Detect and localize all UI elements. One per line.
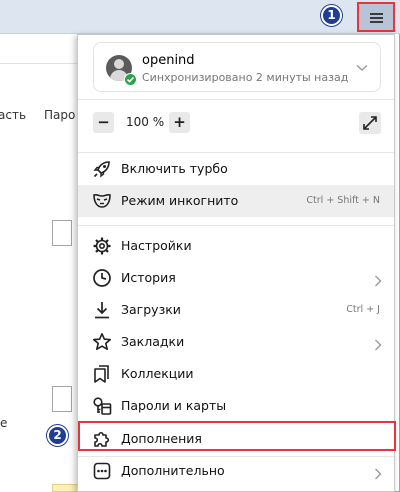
collections-icon — [92, 364, 112, 384]
menu-item-bookmarks[interactable]: Закладки — [78, 326, 394, 358]
menu-item-label: Закладки — [121, 334, 185, 349]
chevron-right-icon — [374, 336, 382, 355]
profile-name: openind — [142, 53, 195, 68]
key-card-icon — [92, 396, 112, 416]
background-input[interactable] — [52, 220, 72, 246]
zoom-level: 100 % — [126, 115, 165, 129]
background-input[interactable] — [52, 386, 72, 412]
divider — [78, 225, 394, 226]
sync-status: Синхронизировано 2 минуты назад — [142, 71, 349, 84]
browser-tabbar-fragment — [0, 34, 80, 64]
chevron-right-icon — [374, 272, 382, 291]
menu-item-label: Загрузки — [121, 302, 181, 317]
menu-item-label: Коллекции — [121, 366, 194, 381]
menu-item-extensions[interactable]: Дополнения — [78, 423, 394, 455]
step-marker-2: 2 — [47, 425, 68, 446]
menu-item-label: Настройки — [121, 238, 192, 253]
menu-item-turbo[interactable]: Включить турбо — [78, 153, 394, 185]
keyboard-shortcut: Ctrl + Shift + N — [306, 195, 380, 206]
menu-item-label: Дополнения — [121, 431, 202, 446]
incognito-mask-icon — [92, 191, 112, 211]
menu-item-collections[interactable]: Коллекции — [78, 358, 394, 390]
menu-item-label: История — [121, 270, 176, 285]
menu-item-passwords[interactable]: Пароли и карты — [78, 390, 394, 422]
background-tab-text: асть — [0, 108, 27, 122]
menu-item-label: Режим инкогнито — [121, 193, 239, 208]
sync-check-icon — [124, 73, 137, 86]
puzzle-icon — [92, 429, 112, 449]
download-icon — [92, 300, 112, 320]
menu-item-more[interactable]: Дополнительно — [78, 455, 394, 487]
fullscreen-button[interactable] — [359, 112, 381, 134]
menu-item-incognito[interactable]: Режим инкогнито Ctrl + Shift + N — [78, 185, 394, 217]
chevron-right-icon — [374, 465, 382, 484]
background-label: е — [0, 416, 8, 430]
more-dots-icon — [92, 461, 112, 481]
menu-item-label: Пароли и карты — [121, 398, 227, 413]
rocket-icon — [92, 159, 112, 179]
menu-item-downloads[interactable]: Загрузки Ctrl + J — [78, 294, 394, 326]
background-page: асть Паро е — [0, 64, 80, 492]
zoom-out-button[interactable]: − — [93, 112, 114, 133]
clock-icon — [92, 268, 112, 288]
menu-item-label: Дополнительно — [121, 463, 225, 478]
menu-item-history[interactable]: История — [78, 262, 394, 294]
background-yellow-element — [52, 484, 78, 492]
step-marker-1: 1 — [321, 5, 342, 26]
chevron-down-icon[interactable] — [356, 57, 368, 76]
browser-menu-button[interactable] — [357, 2, 395, 32]
background-tab-text: Паро — [44, 108, 76, 122]
divider — [78, 99, 394, 100]
profile-card[interactable]: openind Синхронизировано 2 минуты назад — [93, 42, 381, 92]
zoom-in-button[interactable]: + — [169, 112, 190, 133]
keyboard-shortcut: Ctrl + J — [346, 304, 380, 315]
menu-item-label: Включить турбо — [121, 161, 228, 176]
menu-item-settings[interactable]: Настройки — [78, 230, 394, 262]
browser-main-menu: openind Синхронизировано 2 минуты назад … — [77, 34, 395, 492]
star-icon — [92, 332, 112, 352]
gear-icon — [92, 236, 112, 256]
